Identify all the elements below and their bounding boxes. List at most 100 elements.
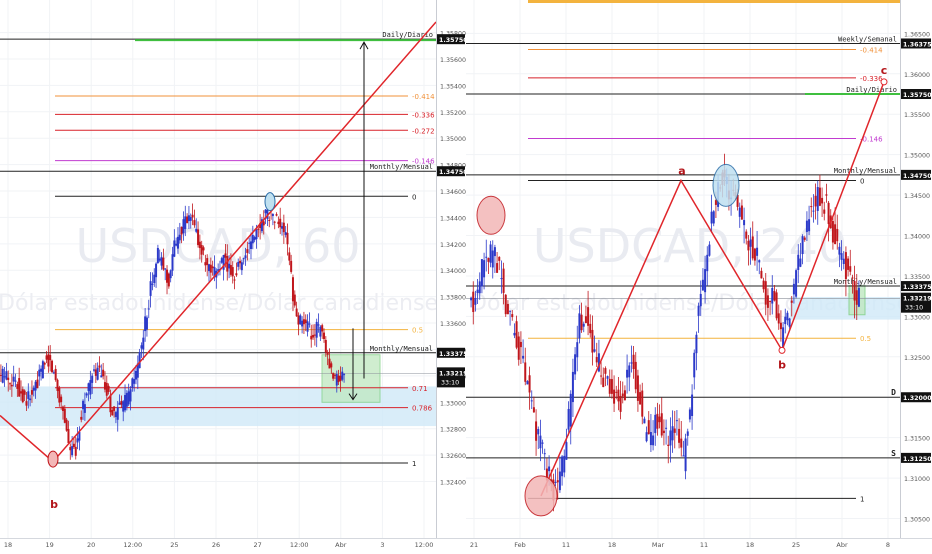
p1-candle-body: [140, 345, 143, 349]
p1-candle-body: [284, 232, 287, 235]
p2-pattern-label-a: a: [678, 165, 685, 178]
p1-fib-label: 0.786: [412, 405, 433, 413]
p2-candle-body: [511, 314, 514, 318]
p2-price-tag-text: 1.34750: [903, 173, 932, 180]
p2-candle-body: [656, 413, 659, 429]
p2-fib-label: -0.414: [860, 47, 883, 55]
p1-y-tick-label: 1.34400: [440, 215, 466, 222]
p2-high-circle: [712, 163, 740, 207]
p2-candle-body: [576, 342, 579, 358]
p1-candle-body: [239, 260, 242, 264]
p2-candle-body: [617, 389, 620, 402]
p2-y-tick-label: 1.36000: [904, 72, 930, 79]
p2-candle-body: [472, 291, 475, 313]
p2-candle-body: [704, 269, 707, 293]
p1-x-tick-label: 12:00: [123, 541, 142, 549]
p1-candle-body: [341, 371, 344, 380]
p1-candle-body: [313, 334, 316, 336]
p1-candle-body: [147, 308, 150, 310]
p2-candle-body: [504, 294, 507, 315]
p1-candle-body: [12, 376, 15, 382]
panel2-price-axis[interactable]: 1.30500 1.31000 1.31500 1.32000 1.32500 1.330…: [900, 0, 932, 538]
p1-candle-body: [40, 368, 43, 372]
p2-candle-body: [554, 481, 557, 483]
p1-candle-body: [113, 406, 116, 411]
panel1-time-axis[interactable]: 18 19 20 12:00 25 26 27 12:00 Abr 3 12:00: [4, 541, 434, 549]
p1-candle-body: [32, 387, 35, 391]
p1-candle-body: [326, 351, 329, 355]
p2-left-circle: [476, 195, 506, 235]
panel1-price-axis[interactable]: 1.324001.326001.328001.330001.332001.334…: [436, 0, 468, 538]
p1-pattern-label-b: b: [50, 498, 58, 511]
p2-candle-body: [647, 420, 650, 435]
panel-usdcad-60[interactable]: USDCAD, 60 Dólar estadounidense/Dólar ca…: [0, 0, 468, 549]
p2-candle-body: [758, 260, 761, 263]
p2-candle-body: [671, 426, 674, 441]
p1-candle-body: [193, 220, 196, 226]
p1-x-tick-label: 12:00: [290, 541, 309, 549]
p2-current-price: 1.33219 33:10: [901, 292, 932, 313]
p2-candle-body: [695, 334, 698, 354]
p1-candle-body: [297, 315, 300, 325]
p2-candle-body: [857, 287, 860, 307]
p1-candle-body: [315, 321, 318, 338]
p1-candle-body: [0, 374, 2, 376]
p1-candle-body: [293, 294, 296, 306]
p1-candle-body: [178, 234, 181, 241]
p1-candle-body: [60, 396, 63, 403]
p1-candle-body: [43, 362, 46, 365]
p2-candle-body: [743, 220, 746, 226]
p2-candle-body: [645, 432, 648, 442]
p1-candle-body: [25, 401, 28, 406]
p1-candle-body: [166, 269, 169, 283]
p2-candle-body: [595, 357, 598, 363]
p2-candle-body: [675, 420, 678, 422]
p1-candle-body: [94, 369, 97, 376]
p1-candle-body: [299, 315, 302, 325]
p2-candle-body: [483, 260, 486, 278]
p1-candle-body: [80, 416, 83, 420]
p2-candle-body: [487, 258, 490, 262]
p2-level-label: S: [891, 449, 896, 458]
p2-candle-body: [480, 259, 483, 287]
p2-candle-body: [753, 248, 756, 261]
p2-candle-body: [808, 219, 811, 232]
p1-y-tick-label: 1.32400: [440, 480, 466, 487]
p1-candle-body: [83, 404, 86, 413]
p1-candle-body: [102, 369, 105, 377]
p1-candle-body: [262, 221, 265, 226]
p1-candle-body: [76, 438, 79, 443]
p2-level-label: D: [891, 388, 896, 397]
p2-b-point: [778, 346, 786, 354]
p2-price-tag-text: 1.32000: [903, 395, 932, 402]
p1-candle-body: [323, 332, 326, 340]
p1-candle-body: [21, 389, 24, 403]
p2-candle-body: [771, 287, 774, 304]
p1-candle-body: [248, 242, 251, 244]
p1-x-tick-label: 25: [170, 541, 178, 549]
p2-demand-zone: [790, 296, 900, 320]
panel-usdcad-240[interactable]: USDCAD, 240 Dólar estadounidense/Dólar c…: [466, 0, 932, 549]
p1-candle-body: [69, 447, 72, 451]
p1-candle-body: [191, 214, 194, 218]
p2-candle-body: [491, 250, 494, 268]
p2-candle-body: [662, 430, 665, 434]
panel2-time-axis[interactable]: 21 Feb 11 18 Mar 11 18 25 Abr 8: [470, 541, 890, 549]
p2-candle-body: [524, 362, 527, 382]
p2-candle-body: [543, 453, 546, 455]
p2-y-tick-label: 1.33500: [904, 274, 930, 281]
p1-candle-body: [173, 240, 176, 257]
p1-candle-body: [122, 401, 125, 412]
p2-candle-body: [792, 283, 795, 295]
p2-candle-body: [810, 206, 813, 208]
p1-candle-body: [51, 360, 54, 373]
p2-candle-body: [834, 224, 837, 245]
p1-candle-body: [176, 236, 179, 249]
p2-candle-body: [775, 292, 778, 319]
p2-candle-body: [805, 220, 808, 232]
p1-candle-body: [149, 281, 152, 296]
p1-candle-body: [187, 215, 190, 222]
p2-x-tick-label: 18: [608, 541, 616, 549]
p1-candle-body: [253, 237, 256, 241]
p1-candle-body: [34, 381, 37, 391]
